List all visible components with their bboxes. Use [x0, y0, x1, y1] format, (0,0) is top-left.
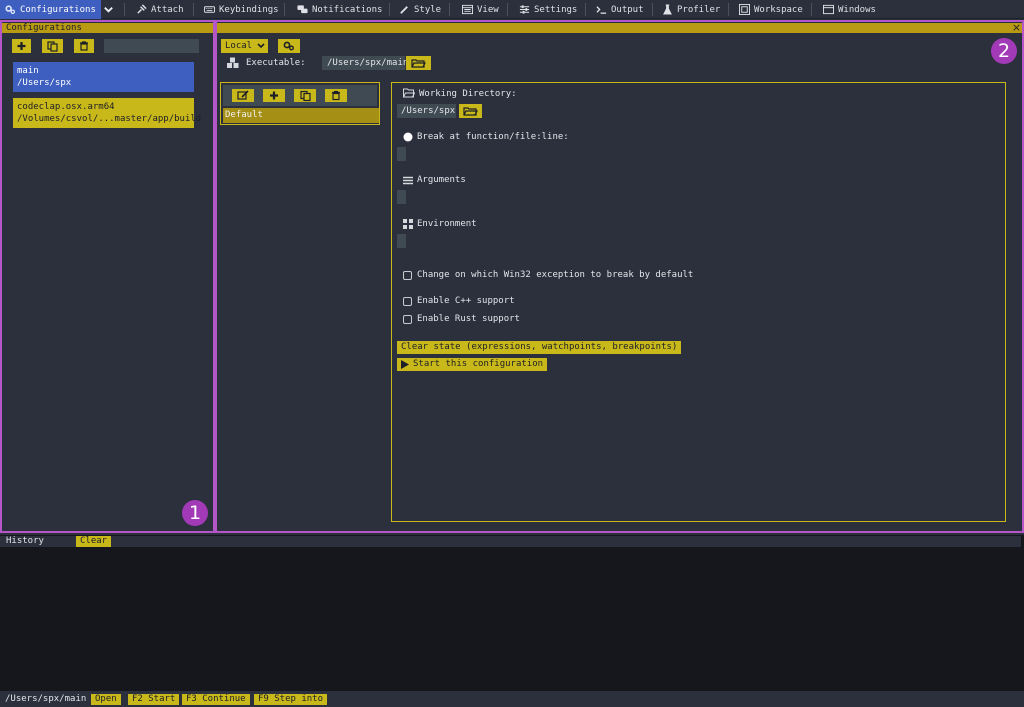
menu-settings-label: Settings	[534, 4, 578, 15]
menu-style-label: Style	[414, 4, 442, 15]
menu-configurations[interactable]: Configurations	[0, 0, 101, 19]
clear-history-button[interactable]: Clear	[76, 536, 112, 547]
start-button[interactable]: F2 Start	[128, 694, 180, 705]
terminal-icon	[596, 6, 607, 14]
menu-settings[interactable]: Settings	[514, 0, 582, 19]
menu-output[interactable]: Output	[591, 0, 649, 19]
open-button[interactable]: Open	[91, 694, 121, 705]
menu-workspace-label: Workspace	[754, 4, 803, 15]
plug-icon	[137, 4, 147, 14]
step-into-button[interactable]: F9 Step into	[254, 694, 328, 705]
configurations-panel: Configurations main /Users/spx codeclap.…	[0, 20, 215, 533]
continue-button[interactable]: F3 Continue	[182, 694, 250, 705]
menu-attach-label: Attach	[151, 4, 184, 15]
history-panel: History Clear	[0, 535, 1024, 691]
workspace-icon	[739, 4, 750, 15]
menu-configurations-label: Configurations	[20, 4, 96, 15]
chevron-down-icon	[104, 7, 113, 13]
menu-output-label: Output	[611, 4, 644, 15]
menu-view[interactable]: View	[457, 0, 504, 19]
windows-icon	[823, 4, 834, 15]
highlight-region-2	[215, 20, 1024, 533]
history-title: History	[6, 536, 44, 546]
highlight-region-1	[0, 20, 215, 533]
menu-view-label: View	[477, 4, 499, 15]
menu-profiler-label: Profiler	[677, 4, 721, 15]
menu-windows-label: Windows	[838, 4, 876, 15]
status-path: /Users/spx/main	[5, 694, 87, 704]
menu-bar: Configurations Attach Keybindings Notifi…	[0, 0, 1024, 19]
region-badge-1: 1	[182, 500, 208, 526]
menu-profiler[interactable]: Profiler	[657, 0, 725, 19]
menu-keybindings-label: Keybindings	[219, 4, 279, 15]
menu-windows[interactable]: Windows	[818, 0, 881, 19]
menu-dropdown-chevron[interactable]	[98, 0, 119, 19]
menu-workspace[interactable]: Workspace	[734, 0, 808, 19]
menu-style[interactable]: Style	[394, 0, 446, 19]
gears-icon	[5, 5, 16, 15]
menu-keybindings[interactable]: Keybindings	[199, 0, 284, 19]
keyboard-icon	[204, 6, 215, 13]
configuration-editor-panel: × Local Executable: /Users/spx/main Defa…	[215, 20, 1024, 533]
flask-icon	[663, 4, 672, 15]
status-bar: /Users/spx/main Open F2 Start F3 Continu…	[0, 692, 1024, 707]
sliders-icon	[519, 5, 530, 14]
region-badge-2: 2	[991, 38, 1017, 64]
menu-notifications[interactable]: Notifications	[292, 0, 387, 19]
window-icon	[462, 4, 473, 15]
menu-attach[interactable]: Attach	[131, 0, 189, 19]
chat-icon	[297, 5, 308, 14]
pen-icon	[400, 6, 408, 14]
menu-notifications-label: Notifications	[312, 4, 383, 15]
history-header	[0, 536, 1021, 547]
